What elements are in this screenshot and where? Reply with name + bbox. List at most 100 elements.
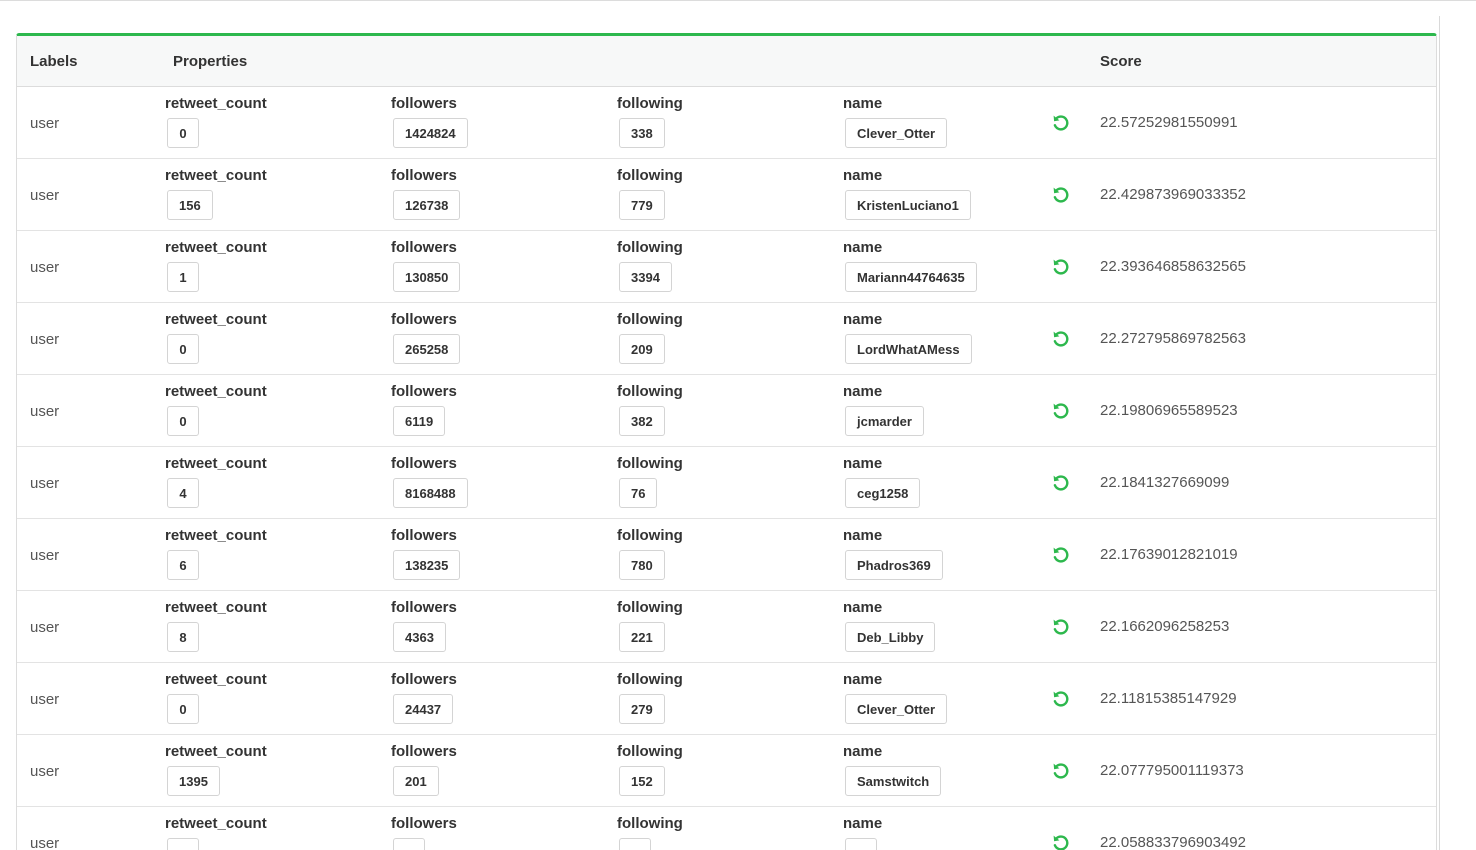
undo-icon[interactable] [1051, 185, 1071, 205]
row-score: 22.57252981550991 [1100, 114, 1238, 131]
property-key: name [843, 599, 883, 616]
results-panel: Labels Properties Score user retweet_coun… [16, 33, 1437, 850]
property-followers: followers 201 [391, 743, 457, 796]
property-value-field[interactable] [845, 838, 877, 850]
property-value-field[interactable]: 780 [619, 550, 665, 580]
property-value-field[interactable]: 209 [619, 334, 665, 364]
row-score: 22.429873969033352 [1100, 186, 1246, 203]
property-value-field[interactable]: 156 [167, 190, 213, 220]
property-following: following 221 [617, 599, 683, 652]
property-value-field[interactable]: 279 [619, 694, 665, 724]
property-value-field[interactable]: LordWhatAMess [845, 334, 972, 364]
property-value-field[interactable]: Clever_Otter [845, 118, 948, 148]
table-row: user retweet_count 4 followers 8168488 follow… [17, 447, 1436, 519]
property-key: retweet_count [165, 311, 267, 328]
property-value-field[interactable]: 4 [167, 478, 199, 508]
property-value-field[interactable]: 126738 [393, 190, 461, 220]
property-retweet-count: retweet_count 0 [165, 671, 267, 724]
property-followers: followers 8168488 [391, 455, 468, 508]
undo-icon[interactable] [1051, 689, 1071, 709]
property-key: retweet_count [165, 815, 267, 832]
property-value-field[interactable]: ceg1258 [845, 478, 921, 508]
header-labels: Labels [30, 53, 78, 70]
property-value-field[interactable]: 76 [619, 478, 658, 508]
property-value-field[interactable]: 221 [619, 622, 665, 652]
property-value-field[interactable]: 0 [167, 334, 199, 364]
property-value-field[interactable] [393, 838, 425, 850]
row-label: user [30, 403, 60, 420]
property-value-field[interactable]: 338 [619, 118, 665, 148]
property-name: name ceg1258 [843, 455, 921, 508]
row-label: user [30, 331, 60, 348]
property-value-field[interactable]: 138235 [393, 550, 461, 580]
table-row: user retweet_count followers following name 2… [17, 807, 1436, 850]
property-value-field[interactable]: KristenLuciano1 [845, 190, 971, 220]
property-value-field[interactable]: jcmarder [845, 406, 924, 436]
property-key: followers [391, 599, 457, 616]
undo-icon[interactable] [1051, 113, 1071, 133]
property-value-field[interactable]: 8 [167, 622, 199, 652]
property-name: name Clever_Otter [843, 95, 948, 148]
property-value-field[interactable]: Clever_Otter [845, 694, 948, 724]
undo-icon[interactable] [1051, 401, 1071, 421]
property-value-field[interactable]: 382 [619, 406, 665, 436]
row-label: user [30, 115, 60, 132]
property-value-field[interactable]: 8168488 [393, 478, 468, 508]
property-followers: followers 138235 [391, 527, 461, 580]
property-name: name KristenLuciano1 [843, 167, 971, 220]
property-value-field[interactable]: 6 [167, 550, 199, 580]
property-key: following [617, 239, 683, 256]
property-key: following [617, 743, 683, 760]
property-key: name [843, 671, 883, 688]
property-key: following [617, 311, 683, 328]
property-key: retweet_count [165, 743, 267, 760]
property-key: followers [391, 167, 457, 184]
undo-icon[interactable] [1051, 617, 1071, 637]
property-value-field[interactable]: 779 [619, 190, 665, 220]
property-value-field[interactable]: 1 [167, 262, 199, 292]
property-value-field[interactable]: 0 [167, 118, 199, 148]
undo-icon[interactable] [1051, 545, 1071, 565]
property-value-field[interactable]: 0 [167, 406, 199, 436]
property-value-field[interactable]: Mariann44764635 [845, 262, 977, 292]
property-retweet-count: retweet_count 0 [165, 311, 267, 364]
table-row: user retweet_count 1 followers 130850 followi… [17, 231, 1436, 303]
property-value-field[interactable]: 6119 [393, 406, 446, 436]
property-value-field[interactable]: 24437 [393, 694, 454, 724]
property-value-field[interactable] [167, 838, 199, 850]
property-value-field[interactable]: Phadros369 [845, 550, 943, 580]
undo-icon[interactable] [1051, 473, 1071, 493]
undo-icon[interactable] [1051, 329, 1071, 349]
header-properties: Properties [173, 53, 248, 70]
property-value-field[interactable]: 3394 [619, 262, 672, 292]
property-value-field[interactable]: 265258 [393, 334, 461, 364]
property-followers: followers 265258 [391, 311, 461, 364]
property-following: following 779 [617, 167, 683, 220]
property-value-field[interactable]: 152 [619, 766, 665, 796]
row-score: 22.19806965589523 [1100, 402, 1238, 419]
property-value-field[interactable]: 1424824 [393, 118, 468, 148]
property-key: followers [391, 311, 457, 328]
row-score: 22.272795869782563 [1100, 330, 1246, 347]
property-key: name [843, 527, 883, 544]
undo-icon[interactable] [1051, 761, 1071, 781]
property-value-field[interactable]: Samstwitch [845, 766, 942, 796]
property-value-field[interactable] [619, 838, 651, 850]
property-key: following [617, 671, 683, 688]
row-score: 22.393646858632565 [1100, 258, 1246, 275]
undo-icon[interactable] [1051, 257, 1071, 277]
property-key: retweet_count [165, 599, 267, 616]
property-value-field[interactable]: 130850 [393, 262, 461, 292]
property-retweet-count: retweet_count 156 [165, 167, 267, 220]
property-followers: followers 1424824 [391, 95, 468, 148]
undo-icon[interactable] [1051, 833, 1071, 850]
property-key: name [843, 743, 883, 760]
property-value-field[interactable]: 4363 [393, 622, 446, 652]
property-value-field[interactable]: Deb_Libby [845, 622, 936, 652]
property-key: retweet_count [165, 455, 267, 472]
property-value-field[interactable]: 0 [167, 694, 199, 724]
property-name: name LordWhatAMess [843, 311, 972, 364]
property-value-field[interactable]: 201 [393, 766, 439, 796]
property-value-field[interactable]: 1395 [167, 766, 220, 796]
property-retweet-count: retweet_count 0 [165, 95, 267, 148]
